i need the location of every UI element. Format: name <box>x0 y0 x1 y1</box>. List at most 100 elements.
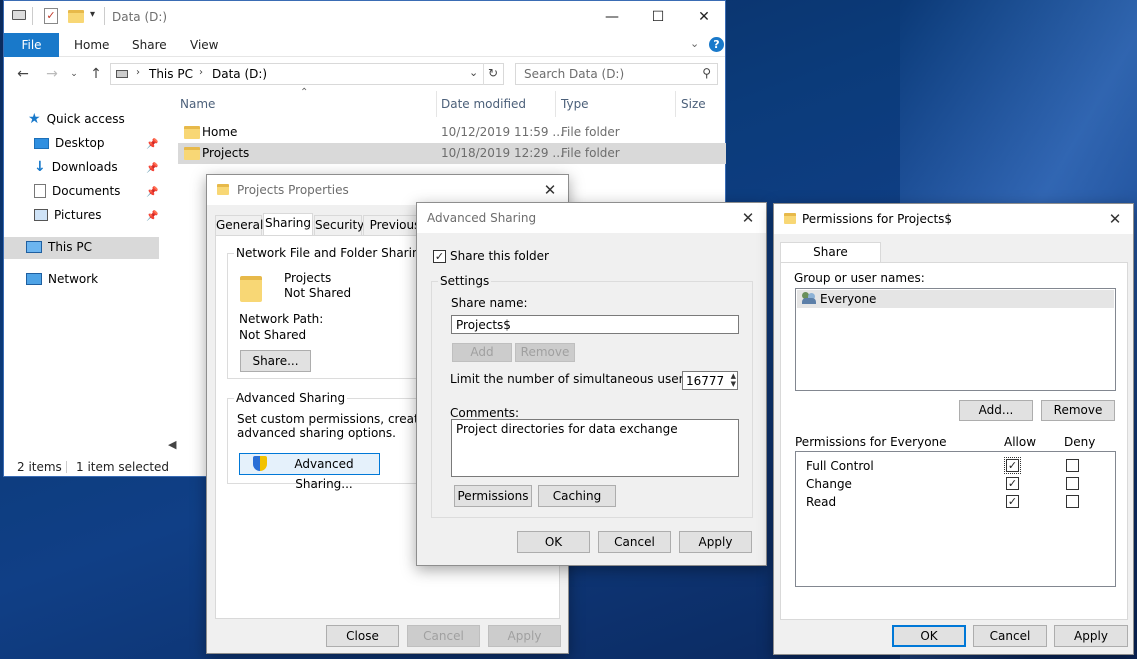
comments-textarea[interactable]: Project directories for data exchange <box>451 419 739 477</box>
share-button[interactable]: Share... <box>240 350 311 372</box>
allow-checkbox[interactable]: ✓ <box>1006 477 1019 490</box>
folder-status: Not Shared <box>284 286 352 300</box>
permissions-button[interactable]: Permissions <box>454 485 532 507</box>
sort-arrow-icon: ⌃ <box>300 87 309 98</box>
properties-icon[interactable]: ✓ <box>44 8 58 24</box>
ok-button[interactable]: OK <box>892 625 966 647</box>
permission-row-full-control: Full Control ✓ <box>796 457 1115 475</box>
refresh-icon[interactable]: ↻ <box>488 66 498 80</box>
file-row[interactable]: Home 10/12/2019 11:59 ... File folder <box>178 122 726 143</box>
allow-checkbox[interactable]: ✓ <box>1006 495 1019 508</box>
back-icon[interactable]: ← <box>13 64 33 84</box>
column-size[interactable]: Size <box>681 97 706 119</box>
nav-desktop[interactable]: Desktop <box>34 132 164 154</box>
breadcrumb-data-drive[interactable]: Data (D:) <box>212 67 267 81</box>
deny-checkbox[interactable] <box>1066 459 1079 472</box>
network-path-value: Not Shared <box>239 328 307 342</box>
list-item[interactable]: Everyone <box>797 290 1114 308</box>
add-button[interactable]: Add <box>452 343 512 362</box>
pictures-icon <box>34 209 48 221</box>
title-bar: ✓ ▾ Data (D:) — ☐ ✕ <box>4 1 725 33</box>
dialog-title: Projects Properties <box>237 183 349 197</box>
up-icon[interactable]: ↑ <box>86 64 106 84</box>
dialog-title-bar: Permissions for Projects$ ✕ <box>774 204 1133 234</box>
share-this-folder-label: Share this folder <box>450 249 549 263</box>
apply-button[interactable]: Apply <box>488 625 561 647</box>
pin-icon[interactable]: 📌 <box>146 187 158 198</box>
close-button[interactable]: Close <box>326 625 399 647</box>
advanced-sharing-label: Advanced Sharing... <box>294 457 354 491</box>
tab-general[interactable]: General <box>215 215 263 235</box>
cancel-button[interactable]: Cancel <box>598 531 671 553</box>
status-selected: 1 item selected <box>76 460 170 474</box>
column-type[interactable]: Type <box>561 97 589 119</box>
nav-network[interactable]: Network <box>26 268 98 290</box>
close-icon[interactable]: ✕ <box>538 179 562 201</box>
tab-security[interactable]: Security <box>314 215 364 235</box>
nav-documents[interactable]: Documents <box>34 180 120 202</box>
new-folder-icon[interactable] <box>68 10 84 23</box>
pin-icon[interactable]: 📌 <box>146 163 158 174</box>
tab-share[interactable]: Share <box>132 33 167 57</box>
cancel-button[interactable]: Cancel <box>407 625 480 647</box>
close-icon[interactable]: ✕ <box>736 207 760 229</box>
limit-users-spinner[interactable]: 16777 ▲ ▼ <box>682 371 738 390</box>
search-input[interactable]: Search Data (D:) ⚲ <box>515 63 718 85</box>
spinner-arrows-icon[interactable]: ▲ ▼ <box>731 372 736 388</box>
document-icon <box>34 184 46 198</box>
status-item-count: 2 items <box>17 460 62 474</box>
user-name: Everyone <box>820 292 877 306</box>
download-icon: ↓ <box>34 159 46 175</box>
scroll-left-icon[interactable]: ◀ <box>168 438 176 451</box>
help-icon[interactable]: ? <box>709 37 724 52</box>
column-name[interactable]: Name <box>180 97 215 119</box>
maximize-button[interactable]: ☐ <box>635 1 681 33</box>
add-user-button[interactable]: Add... <box>959 400 1033 421</box>
ok-button[interactable]: OK <box>517 531 590 553</box>
pin-icon[interactable]: 📌 <box>146 211 158 222</box>
allow-checkbox[interactable]: ✓ <box>1004 457 1021 474</box>
limit-value: 16777 <box>686 374 725 388</box>
nav-pictures[interactable]: Pictures <box>34 204 102 226</box>
nav-quick-access[interactable]: ★ Quick access <box>28 108 125 130</box>
recent-dropdown-icon[interactable]: ⌄ <box>64 64 84 84</box>
minimize-button[interactable]: — <box>589 1 635 33</box>
nav-this-pc[interactable]: This PC <box>26 236 92 258</box>
nav-downloads[interactable]: ↓ Downloads <box>34 156 118 178</box>
file-type: File folder <box>561 125 620 139</box>
ribbon-expand-icon[interactable]: ⌄ <box>690 37 699 50</box>
deny-checkbox[interactable] <box>1066 477 1079 490</box>
nav-label: Documents <box>52 184 121 198</box>
share-this-folder-checkbox[interactable]: ✓ <box>433 250 446 263</box>
pin-icon[interactable]: 📌 <box>146 139 158 150</box>
drive-icon <box>12 10 26 20</box>
share-name-input[interactable]: Projects$ <box>451 315 739 334</box>
file-row-selected[interactable]: Projects 10/18/2019 12:29 ... File folde… <box>178 143 726 164</box>
tab-sharing[interactable]: Sharing <box>263 213 313 235</box>
tab-file[interactable]: File <box>4 33 59 57</box>
address-bar[interactable]: › This PC › Data (D:) ⌄ ↻ <box>110 63 504 85</box>
caching-button[interactable]: Caching <box>538 485 616 507</box>
tab-view[interactable]: View <box>190 33 218 57</box>
breadcrumb-this-pc[interactable]: This PC <box>149 67 193 81</box>
remove-user-button[interactable]: Remove <box>1041 400 1115 421</box>
cancel-button[interactable]: Cancel <box>973 625 1047 647</box>
column-date-modified[interactable]: Date modified <box>441 97 526 119</box>
address-dropdown-icon[interactable]: ⌄ <box>469 66 478 79</box>
apply-button[interactable]: Apply <box>1054 625 1128 647</box>
permission-name: Read <box>806 495 837 509</box>
file-type: File folder <box>561 146 620 160</box>
remove-button[interactable]: Remove <box>515 343 575 362</box>
tab-share-permissions[interactable]: Share Permissions <box>780 242 881 277</box>
qat-dropdown-icon[interactable]: ▾ <box>90 9 95 20</box>
tab-home[interactable]: Home <box>74 33 109 57</box>
forward-icon[interactable]: → <box>42 64 62 84</box>
group-label: Advanced Sharing <box>234 391 348 405</box>
close-icon[interactable]: ✕ <box>1103 208 1127 230</box>
user-list[interactable]: Everyone <box>795 288 1116 391</box>
close-button[interactable]: ✕ <box>681 1 727 33</box>
deny-checkbox[interactable] <box>1066 495 1079 508</box>
advanced-sharing-button[interactable]: Advanced Sharing... <box>239 453 380 491</box>
apply-button[interactable]: Apply <box>679 531 752 553</box>
group-names-label: Group or user names: <box>794 271 925 285</box>
